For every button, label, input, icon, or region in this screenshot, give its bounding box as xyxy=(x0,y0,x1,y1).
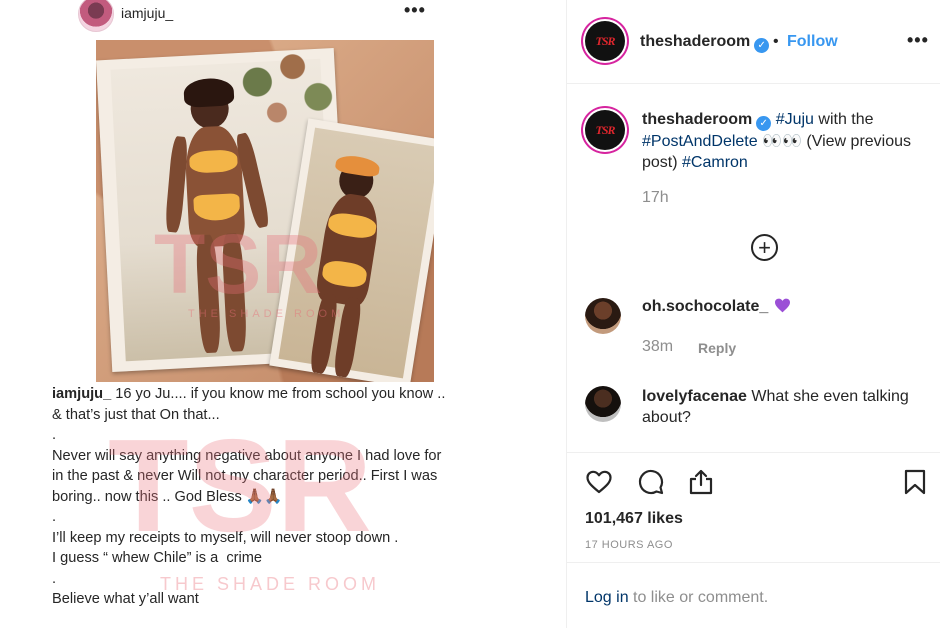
hashtag-camron[interactable]: #Camron xyxy=(682,154,748,171)
commenter-avatar[interactable] xyxy=(585,298,621,334)
post-age[interactable]: 17 HOURS AGO xyxy=(585,539,673,551)
header-separator: • xyxy=(773,33,779,50)
login-prompt-text: to like or comment. xyxy=(633,589,769,606)
caption-line: I guess “ whew Chile” is a crime xyxy=(52,550,263,566)
heart-icon[interactable] xyxy=(585,468,613,496)
follow-button[interactable]: Follow xyxy=(787,33,838,51)
verified-badge-icon: ✓ xyxy=(754,38,770,53)
caption-line: Never will say anything negative about a… xyxy=(52,447,446,505)
hashtag-postanddelete[interactable]: #PostAndDelete xyxy=(642,133,758,150)
comment-2: lovelyfacenae What she even talking abou… xyxy=(642,388,909,426)
header-username[interactable]: theshaderoom ✓ xyxy=(640,33,770,53)
caption-line: . xyxy=(52,509,57,525)
reply-button[interactable]: Reply xyxy=(698,340,736,356)
theshaderoom-avatar[interactable]: TSR xyxy=(585,21,625,61)
load-more-comments-icon[interactable]: + xyxy=(751,234,778,261)
caption-line: I’ll keep my receipts to myself, will ne… xyxy=(52,529,399,546)
purple-heart-icon xyxy=(775,298,791,313)
verified-badge-icon: ✓ xyxy=(756,116,772,131)
embedded-caption: iamjuju_ 16 yo Ju.... if you know me fro… xyxy=(52,384,452,610)
caption-author-name[interactable]: theshaderoom xyxy=(642,111,752,128)
caption-line: 16 yo Ju.... if you know me from school … xyxy=(52,386,450,423)
commenter-avatar[interactable] xyxy=(585,386,621,422)
comment-icon[interactable] xyxy=(637,468,665,496)
login-bar: Log in to like or comment. xyxy=(567,562,940,628)
post-header: TSR theshaderoom ✓ • Follow ••• xyxy=(567,0,940,84)
iamjuju-avatar xyxy=(78,0,114,32)
caption-line: . xyxy=(52,570,57,587)
comment-time[interactable]: 38m xyxy=(642,338,673,356)
caption-username: iamjuju_ xyxy=(52,386,112,402)
embedded-post-screenshot: iamjuju_ ••• TSR THE SHADE ROOM iamjuju_… xyxy=(0,0,566,628)
embedded-username: iamjuju_ xyxy=(121,5,174,21)
caption-timestamp[interactable]: 17h xyxy=(642,189,669,207)
caption-author-avatar[interactable]: TSR xyxy=(585,110,625,150)
more-options-icon[interactable]: ••• xyxy=(907,30,929,51)
share-icon[interactable] xyxy=(687,468,715,496)
comment-username[interactable]: lovelyfacenae xyxy=(642,388,747,405)
likes-count[interactable]: 101,467 likes xyxy=(585,510,683,528)
action-bar: 101,467 likes 17 HOURS AGO xyxy=(567,452,940,560)
login-link[interactable]: Log in xyxy=(585,589,629,607)
hashtag-juju[interactable]: #Juju xyxy=(776,111,814,128)
post-sidebar: TSR theshaderoom ✓ • Follow ••• TSR thesh… xyxy=(566,0,940,628)
caption-line: . xyxy=(52,427,57,443)
embedded-photo: TSR THE SHADE ROOM xyxy=(96,40,434,382)
bookmark-icon[interactable] xyxy=(901,468,929,496)
comment-username[interactable]: oh.sochocolate_ xyxy=(642,298,768,315)
caption-line: Believe what y’all want xyxy=(52,591,199,607)
comment-1: oh.sochocolate_ xyxy=(642,298,791,316)
embedded-more-icon: ••• xyxy=(404,0,426,20)
post-caption: theshaderoom ✓ #Juju with the #PostAndDel… xyxy=(642,111,912,171)
